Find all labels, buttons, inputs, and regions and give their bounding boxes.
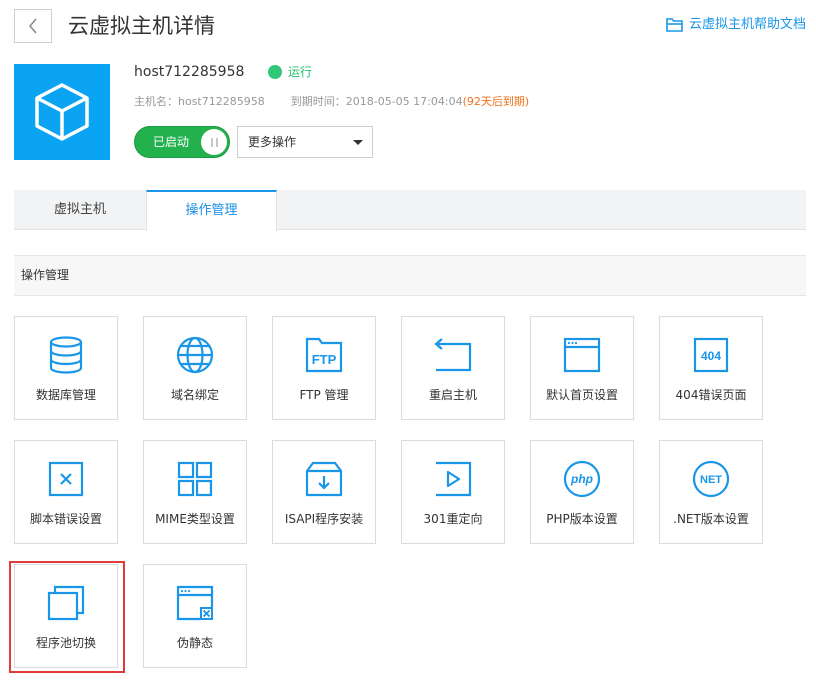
section-title: 操作管理	[14, 255, 806, 296]
grid-icon	[177, 461, 213, 497]
globe-icon	[176, 336, 214, 374]
server-logo	[14, 64, 110, 160]
svg-text:FTP: FTP	[312, 352, 337, 367]
tile-url-rewrite[interactable]: 伪静态	[143, 564, 247, 668]
toggle-label: 已启动	[153, 135, 190, 149]
tile-domain-binding[interactable]: 域名绑定	[143, 316, 247, 420]
help-doc-label: 云虚拟主机帮助文档	[688, 17, 806, 32]
redirect-play-icon	[436, 461, 472, 497]
folder-icon	[666, 18, 683, 32]
tile-restart[interactable]: 重启主机	[401, 316, 505, 420]
toggle-knob[interactable]	[201, 129, 227, 155]
tile-default-homepage[interactable]: 默认首页设置	[530, 316, 634, 420]
tile-label: MIME类型设置	[155, 512, 235, 526]
page-title: 云虚拟主机详情	[68, 14, 215, 38]
restart-icon	[434, 338, 472, 372]
tile-label: 301重定向	[423, 512, 483, 526]
chevron-left-icon	[29, 18, 37, 34]
caret-down-icon	[353, 140, 363, 145]
more-operations-dropdown[interactable]: 更多操作	[237, 126, 373, 158]
cube-icon	[35, 83, 89, 141]
hostname-value: host712285958	[178, 95, 265, 108]
tab-bar: 虚拟主机 操作管理	[14, 190, 806, 231]
tile-label: .NET版本设置	[673, 512, 749, 526]
download-box-icon	[305, 461, 343, 497]
tile-dotnet-version[interactable]: NET .NET版本设置	[659, 440, 763, 544]
back-button[interactable]	[14, 9, 52, 43]
tile-404-page[interactable]: 404 404错误页面	[659, 316, 763, 420]
host-meta: 主机名：host712285958 到期时间：2018-05-05 17:04:0…	[134, 94, 529, 110]
expire-time: 2018-05-05 17:04:04	[345, 95, 463, 108]
tile-label: 脚本错误设置	[29, 512, 102, 526]
browser-window-icon	[563, 337, 601, 373]
hostname-label: 主机名：	[134, 95, 178, 108]
tile-label: PHP版本设置	[546, 512, 618, 526]
tile-label: 404错误页面	[675, 388, 747, 402]
host-name: host712285958	[134, 64, 245, 80]
tile-label: FTP 管理	[299, 388, 349, 402]
tab-operations[interactable]: 操作管理	[146, 190, 277, 231]
help-doc-link[interactable]: 云虚拟主机帮助文档	[666, 14, 806, 36]
ftp-folder-icon: FTP	[305, 337, 343, 373]
svg-text:404: 404	[701, 349, 721, 363]
tile-php-version[interactable]: php PHP版本设置	[530, 440, 634, 544]
expire-label: 到期时间：	[290, 95, 346, 108]
close-box-icon	[48, 461, 84, 497]
tile-mime-type[interactable]: MIME类型设置	[143, 440, 247, 544]
tile-ftp[interactable]: FTP FTP 管理	[272, 316, 376, 420]
php-icon: php	[563, 460, 601, 498]
tile-301-redirect[interactable]: 301重定向	[401, 440, 505, 544]
highlight-box	[9, 561, 125, 673]
more-operations-label: 更多操作	[248, 135, 297, 149]
tile-label: 默认首页设置	[545, 388, 618, 402]
database-icon	[49, 336, 83, 374]
svg-text:NET: NET	[700, 474, 722, 486]
tab-virtual-host[interactable]: 虚拟主机	[14, 190, 146, 230]
tile-label: ISAPI程序安装	[284, 512, 364, 526]
dotnet-icon: NET	[692, 460, 730, 498]
tile-label: 重启主机	[428, 388, 477, 402]
tile-script-error[interactable]: 脚本错误设置	[14, 440, 118, 544]
tile-label: 数据库管理	[35, 388, 96, 402]
status-dot	[268, 65, 282, 79]
tile-isapi-install[interactable]: ISAPI程序安装	[272, 440, 376, 544]
expire-remaining: (92天后到期)	[462, 95, 530, 108]
tile-label: 域名绑定	[170, 388, 219, 402]
svg-text:php: php	[570, 472, 593, 486]
error-404-icon: 404	[693, 337, 729, 373]
window-close-icon	[176, 585, 214, 621]
status-text: 运行	[288, 65, 313, 79]
power-toggle[interactable]: 已启动	[134, 126, 230, 158]
status-badge: 运行	[268, 63, 312, 81]
tile-label: 伪静态	[176, 636, 213, 650]
tile-database[interactable]: 数据库管理	[14, 316, 118, 420]
